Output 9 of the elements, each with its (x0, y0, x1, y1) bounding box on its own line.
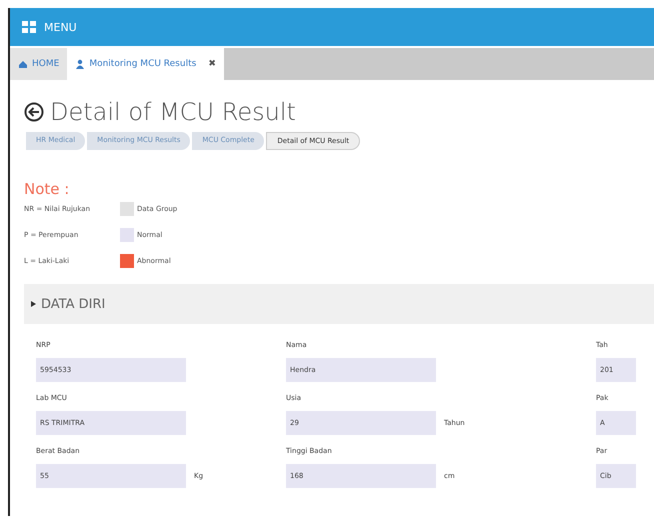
home-icon (18, 59, 28, 69)
close-icon[interactable]: ✖ (208, 59, 216, 69)
page-title: Detail of MCU Result (50, 98, 296, 126)
note-title: Note : (23, 179, 70, 200)
section-header[interactable]: DATA DIRI (24, 284, 654, 324)
section-title: DATA DIRI (41, 296, 106, 312)
tab[interactable]: Monitoring MCU Results ✖ (67, 48, 224, 80)
menu-icon[interactable] (22, 21, 36, 33)
person-icon (75, 59, 86, 69)
